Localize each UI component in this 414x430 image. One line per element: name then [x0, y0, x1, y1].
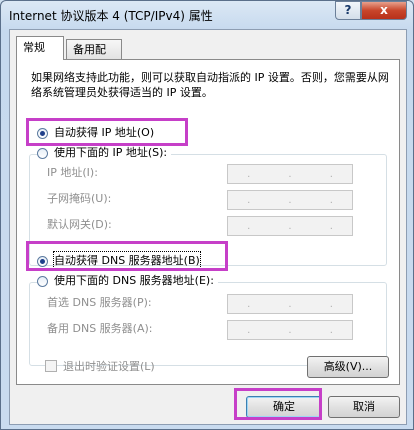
default-gateway-field[interactable]: ... — [227, 216, 353, 236]
subnet-mask-field[interactable]: ... — [227, 190, 353, 210]
auto-ip-radio-option[interactable]: 自动获得 IP 地址(O) — [37, 124, 154, 142]
help-button[interactable]: ? — [335, 1, 361, 20]
manual-dns-label: 使用下面的 DNS 服务器地址(E): — [54, 274, 214, 287]
cancel-button[interactable]: 取消 — [328, 396, 400, 418]
validate-settings-label: 退出时验证设置(L) — [63, 360, 155, 373]
advanced-button-label: 高级(V)... — [323, 360, 373, 373]
auto-dns-radio-option[interactable]: 自动获得 DNS 服务器地址(B) — [37, 251, 201, 271]
auto-dns-radio[interactable] — [37, 255, 48, 267]
close-button[interactable]: x — [361, 1, 407, 20]
ok-button[interactable]: 确定 — [246, 396, 322, 418]
tab-general[interactable]: 常规 — [16, 36, 64, 60]
preferred-dns-label: 首选 DNS 服务器(P): — [47, 296, 152, 309]
general-tab-page: 如果网络支持此功能，则可以获取自动指派的 IP 设置。否则，您需要从网络系统管理… — [16, 59, 400, 385]
validate-settings-checkbox[interactable] — [45, 360, 57, 372]
preferred-dns-field[interactable]: ... — [227, 294, 353, 314]
cancel-button-label: 取消 — [353, 400, 375, 413]
subnet-mask-label: 子网掩码(U): — [47, 192, 112, 205]
close-icon: x — [380, 3, 388, 17]
auto-ip-radio[interactable] — [37, 127, 48, 139]
manual-dns-radio[interactable] — [37, 275, 48, 287]
dialog-window: Internet 协议版本 4 (TCP/IPv4) 属性 ? x 常规 备用配… — [0, 0, 414, 430]
description-text: 如果网络支持此功能，则可以获取自动指派的 IP 设置。否则，您需要从网络系统管理… — [31, 71, 389, 99]
tab-general-label: 常规 — [23, 41, 45, 54]
title-bar[interactable]: Internet 协议版本 4 (TCP/IPv4) 属性 ? x — [1, 1, 413, 29]
alternate-dns-field[interactable]: ... — [227, 320, 353, 340]
manual-ip-label: 使用下面的 IP 地址(S): — [54, 146, 168, 159]
tab-alternate-config[interactable]: 备用配置 — [66, 39, 122, 76]
auto-dns-label: 自动获得 DNS 服务器地址(B) — [53, 251, 201, 271]
manual-ip-radio[interactable] — [37, 147, 48, 159]
manual-dns-radio-option[interactable]: 使用下面的 DNS 服务器地址(E): — [37, 272, 218, 290]
validate-settings-option[interactable]: 退出时验证设置(L) — [45, 358, 155, 374]
ip-address-field[interactable]: ... — [227, 164, 353, 184]
ok-button-label: 确定 — [273, 400, 295, 413]
alternate-dns-label: 备用 DNS 服务器(A): — [47, 322, 153, 335]
window-title: Internet 协议版本 4 (TCP/IPv4) 属性 — [9, 9, 213, 23]
manual-ip-radio-option[interactable]: 使用下面的 IP 地址(S): — [37, 144, 172, 162]
dialog-body: 常规 备用配置 如果网络支持此功能，则可以获取自动指派的 IP 设置。否则，您需… — [9, 29, 407, 425]
help-icon: ? — [344, 3, 352, 17]
auto-ip-label: 自动获得 IP 地址(O) — [54, 126, 155, 139]
default-gateway-label: 默认网关(D): — [47, 218, 112, 231]
advanced-button[interactable]: 高级(V)... — [307, 356, 389, 378]
ip-address-label: IP 地址(I): — [47, 166, 98, 179]
